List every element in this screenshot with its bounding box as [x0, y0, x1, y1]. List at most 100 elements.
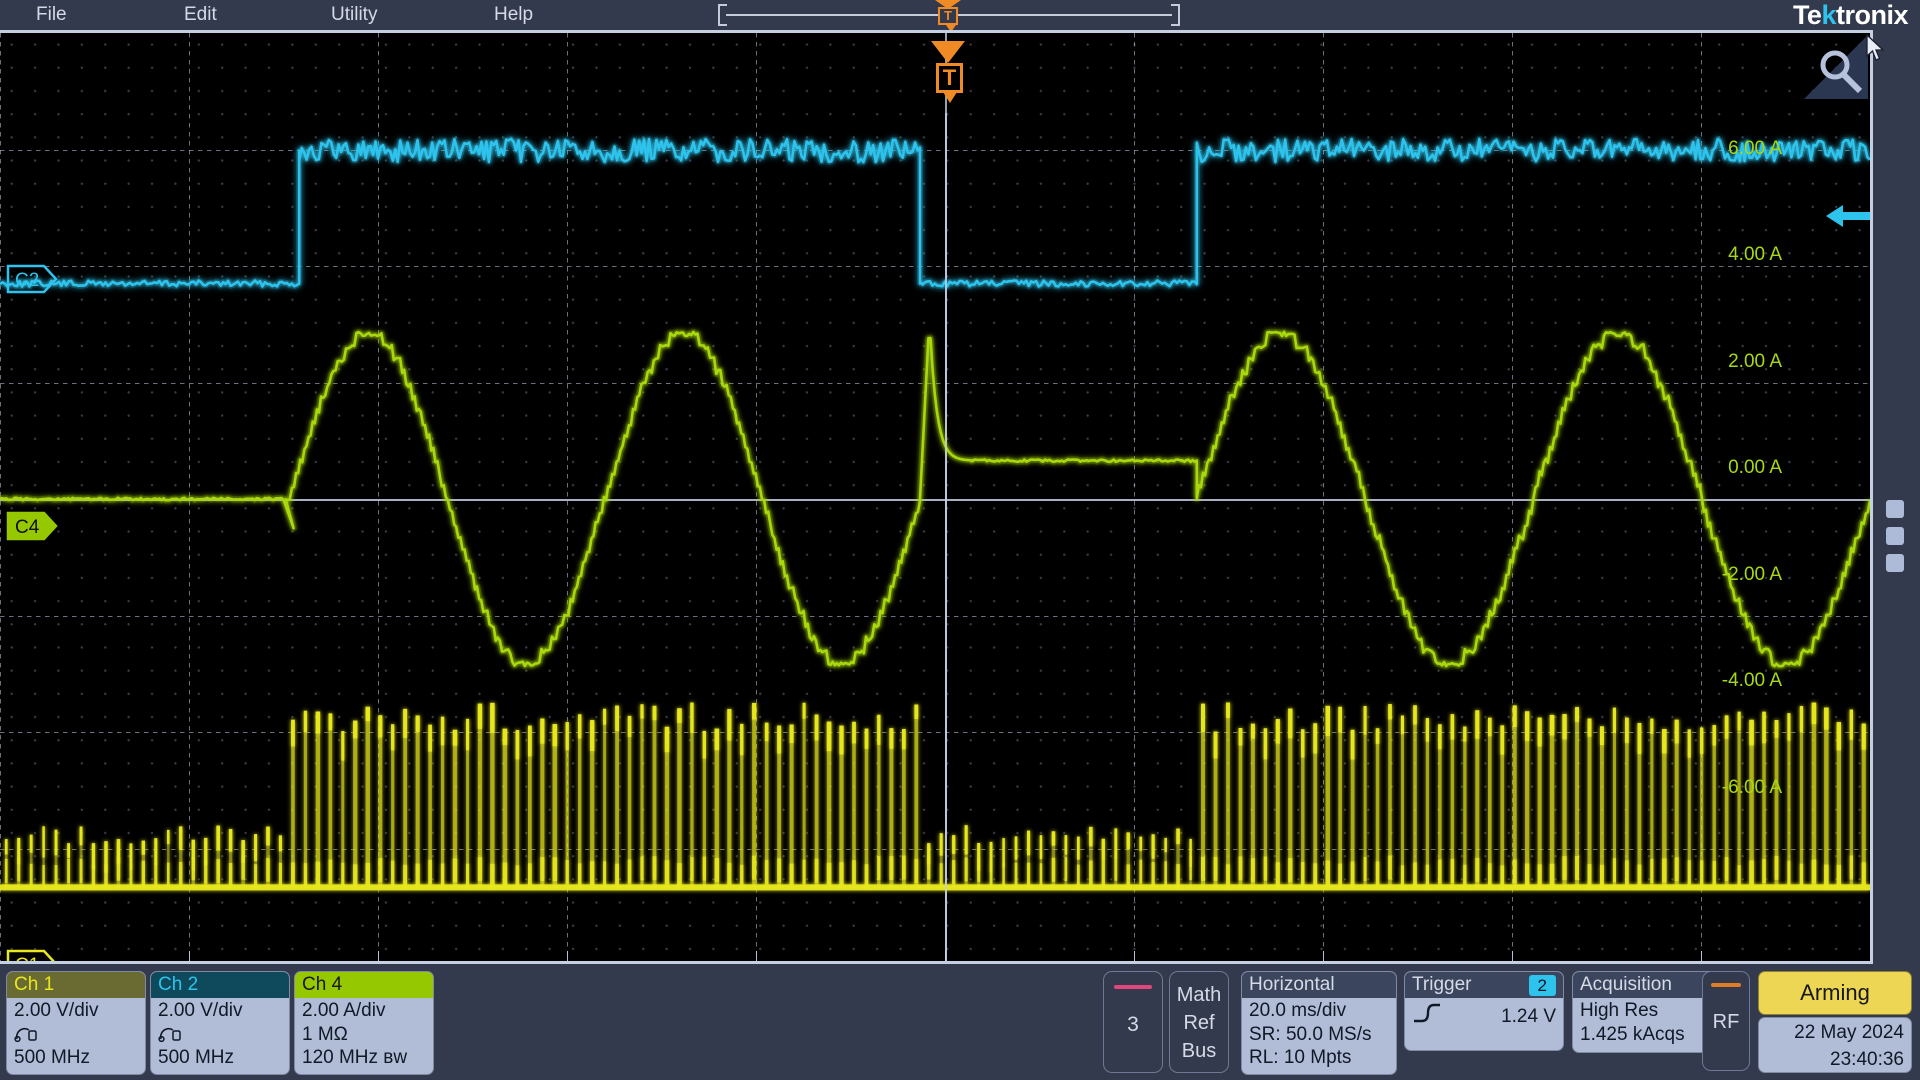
trigger-level: 1.24 V	[1501, 1005, 1556, 1027]
bracket-right	[1171, 4, 1180, 26]
status-badge[interactable]: Arming	[1758, 971, 1912, 1015]
nav-trigger-marker[interactable]: T	[933, 0, 963, 32]
math3-number: 3	[1127, 1013, 1139, 1036]
math-ref-bus-badge[interactable]: Math Ref Bus	[1169, 971, 1229, 1073]
level-arrow-head	[1826, 205, 1843, 227]
time-text: 23:40:36	[1830, 1049, 1904, 1070]
horizontal-timebase: 20.0 ms/div	[1249, 1000, 1347, 1021]
mrb-math: Math	[1176, 984, 1222, 1006]
svg-text:C2: C2	[15, 270, 39, 291]
ch2-bandwidth: 500 MHz	[158, 1047, 235, 1068]
menu-item-file[interactable]: File	[30, 3, 73, 27]
channel-badge-ch4[interactable]: Ch 4 2.00 A/div 1 MΩ 120 MHz ʙᴡ	[294, 971, 434, 1075]
level-arrow-tail	[1842, 212, 1870, 220]
mouse-cursor	[1866, 33, 1888, 64]
graticule-area[interactable]: T C2 C4 C1	[0, 30, 1873, 964]
rf-label: RF	[1712, 1011, 1740, 1033]
horizontal-badge[interactable]: Horizontal 20.0 ms/div SR: 50.0 MS/s RL:…	[1241, 971, 1397, 1075]
ch2-scale: 2.00 V/div	[158, 1000, 243, 1021]
math3-color-bar	[1114, 985, 1152, 989]
zoom-magnifier-icon[interactable]	[1804, 35, 1868, 99]
scale-label: 2.00 A	[1728, 351, 1782, 372]
trigger-stem-icon	[943, 92, 957, 103]
horizontal-samplerate: SR: 50.0 MS/s	[1249, 1023, 1372, 1045]
trigger-header-row: Trigger 2	[1405, 972, 1563, 998]
grid-line-v	[1323, 33, 1324, 961]
grid-line-v	[1512, 33, 1513, 961]
ch2-header: Ch 2	[151, 972, 289, 998]
grid-line-h	[0, 616, 1870, 617]
oscilloscope-app: File Edit Utility Help T Te k tronix T C…	[0, 0, 1920, 1080]
trigger-badge[interactable]: Trigger 2 1.24 V	[1404, 971, 1564, 1051]
probe-icon	[14, 1023, 138, 1047]
rf-color-bar	[1711, 983, 1741, 987]
channel-tag-c1[interactable]: C1	[6, 949, 58, 964]
ch4-scale: 2.00 A/div	[302, 1000, 386, 1021]
trigger-header: Trigger	[1412, 974, 1472, 995]
magnifier-glyph	[1804, 35, 1868, 99]
channel-badge-ch2[interactable]: Ch 2 2.00 V/div 500 MHz	[150, 971, 290, 1075]
ch2-body: 2.00 V/div 500 MHz	[151, 998, 289, 1072]
ch1-body: 2.00 V/div 500 MHz	[7, 998, 145, 1072]
sidebar-drag-handle[interactable]	[1886, 500, 1906, 572]
graticule: T C2 C4 C1	[0, 33, 1870, 961]
logo-part-1: Te	[1792, 0, 1822, 30]
trigger-vertical-line	[945, 113, 947, 961]
grid-line-v	[189, 33, 190, 961]
logo-part-k: k	[1821, 0, 1836, 30]
ch4-bandwidth: 120 MHz ʙᴡ	[302, 1047, 408, 1068]
scale-label: -2.00 A	[1721, 564, 1782, 585]
grid-line-v	[1134, 33, 1135, 961]
probe-icon	[158, 1023, 282, 1047]
grid-line-h	[0, 383, 1870, 384]
scale-label: -4.00 A	[1721, 670, 1782, 691]
menu-item-edit[interactable]: Edit	[178, 3, 223, 27]
rf-badge[interactable]: RF	[1702, 971, 1750, 1071]
menu-item-help[interactable]: Help	[488, 3, 539, 27]
channel-tag-c2[interactable]: C2	[6, 264, 58, 294]
bottom-badge-bar: Ch 1 2.00 V/div 500 MHz Ch 2 2.00 V/div …	[0, 964, 1920, 1080]
grid-line-h	[0, 150, 1870, 151]
trigger-body: 1.24 V	[1405, 998, 1563, 1033]
grid-line-v	[567, 33, 568, 961]
menu-item-utility[interactable]: Utility	[325, 3, 383, 27]
center-horizontal-axis	[0, 499, 1870, 501]
grid-line-h	[0, 266, 1870, 267]
ch1-scale: 2.00 V/div	[14, 1000, 99, 1021]
horizontal-header: Horizontal	[1242, 972, 1396, 998]
mrb-bus: Bus	[1181, 1040, 1217, 1062]
trigger-marker-label: T	[936, 63, 963, 93]
trigger-arrow-icon	[931, 41, 965, 63]
scale-label: 4.00 A	[1728, 244, 1782, 265]
horizontal-body: 20.0 ms/div SR: 50.0 MS/s RL: 10 Mpts	[1242, 998, 1396, 1072]
datetime-badge: 22 May 2024 23:40:36	[1758, 1017, 1912, 1073]
menu-bar: File Edit Utility Help T Te k tronix	[0, 0, 1920, 32]
svg-text:C4: C4	[15, 517, 40, 538]
trigger-position-marker[interactable]: T	[930, 41, 966, 113]
c1-tag-shape: C1	[6, 949, 55, 964]
nav-trigger-label: T	[938, 7, 958, 25]
scale-label: 0.00 A	[1728, 457, 1782, 478]
c4-tag-shape: C4	[6, 511, 58, 541]
channel-badge-ch1[interactable]: Ch 1 2.00 V/div 500 MHz	[6, 971, 146, 1075]
right-sidebar	[1873, 30, 1920, 964]
rising-edge-icon	[1412, 1002, 1442, 1031]
scale-label: -6.00 A	[1721, 777, 1782, 798]
horizontal-recordlen: RL: 10 Mpts	[1249, 1047, 1352, 1068]
trigger-source-badge: 2	[1528, 974, 1556, 996]
channel2-level-marker-icon[interactable]	[1826, 205, 1870, 227]
grid-line-v	[1701, 33, 1702, 961]
grid-line-h	[0, 732, 1870, 733]
svg-text:C1: C1	[15, 955, 39, 964]
logo-part-2: tronix	[1835, 0, 1909, 30]
channel-tag-c4[interactable]: C4	[6, 511, 58, 541]
bottom-tick-row	[0, 951, 1870, 961]
ch1-bandwidth: 500 MHz	[14, 1047, 91, 1068]
math-badge-3[interactable]: 3	[1103, 971, 1163, 1073]
ch4-body: 2.00 A/div 1 MΩ 120 MHz ʙᴡ	[295, 998, 433, 1072]
mrb-ref: Ref	[1183, 1012, 1215, 1034]
ch1-header: Ch 1	[7, 972, 145, 998]
tektronix-logo: Te k tronix	[1792, 0, 1909, 30]
ch4-header: Ch 4	[295, 972, 433, 998]
c2-tag-shape: C2	[6, 264, 58, 294]
